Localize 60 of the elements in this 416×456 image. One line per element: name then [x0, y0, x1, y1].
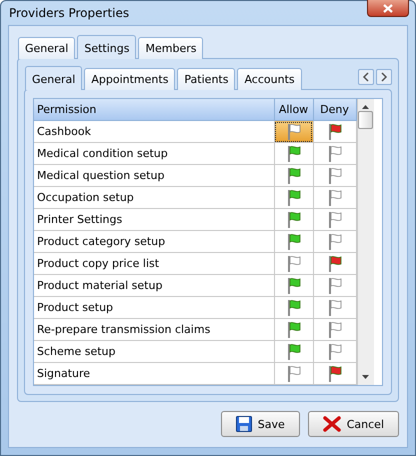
allow-cell[interactable]: [274, 340, 313, 362]
deny-cell[interactable]: [313, 318, 356, 340]
column-header[interactable]: Allow: [274, 99, 313, 120]
table-cell: Product category setup: [34, 230, 274, 252]
table-cell: Cashbook: [34, 120, 274, 142]
allow-cell[interactable]: [274, 186, 313, 208]
allow-cell[interactable]: [274, 318, 313, 340]
table-cell: Occupation setup: [34, 186, 274, 208]
allow-cell[interactable]: [274, 296, 313, 318]
chevron-right-icon: [380, 72, 388, 82]
table-cell: Signature: [34, 362, 274, 384]
allow-cell[interactable]: [274, 252, 313, 274]
scroll-right-button[interactable]: [376, 69, 392, 85]
tab[interactable]: Appointments: [84, 68, 176, 90]
deny-cell[interactable]: [313, 362, 356, 384]
table-cell: Medical condition setup: [34, 142, 274, 164]
scroll-left-button[interactable]: [358, 69, 374, 85]
deny-cell[interactable]: [313, 274, 356, 296]
deny-cell[interactable]: [313, 252, 356, 274]
allow-cell[interactable]: [274, 274, 313, 296]
up-arrow-icon: [362, 105, 369, 109]
table-cell: Scheme setup: [34, 340, 274, 362]
tab[interactable]: General: [18, 37, 76, 59]
table-cell: Re-prepare transmission claims: [34, 318, 274, 340]
table-cell: Product copy price list: [34, 252, 274, 274]
scrollbar[interactable]: [356, 99, 374, 385]
save-button[interactable]: Save: [220, 411, 300, 437]
column-header[interactable]: Deny: [313, 99, 356, 120]
window-title: Providers Properties: [9, 6, 130, 20]
deny-cell[interactable]: [313, 208, 356, 230]
table-cell: Product setup: [34, 296, 274, 318]
deny-cell[interactable]: [313, 230, 356, 252]
allow-cell[interactable]: [274, 230, 313, 252]
tab[interactable]: Patients: [177, 68, 236, 90]
deny-cell[interactable]: [313, 120, 356, 142]
deny-cell[interactable]: [313, 296, 356, 318]
table-cell: Product material setup: [34, 274, 274, 296]
deny-cell[interactable]: [313, 186, 356, 208]
allow-cell[interactable]: [274, 362, 313, 384]
down-arrow-icon: [362, 375, 369, 379]
close-button[interactable]: [367, 0, 409, 17]
scrollbar-thumb[interactable]: [358, 111, 373, 129]
tab[interactable]: Accounts: [237, 68, 302, 90]
allow-cell[interactable]: [274, 142, 313, 164]
tab[interactable]: Settings: [77, 35, 136, 59]
chevron-left-icon: [362, 72, 370, 82]
cross-icon: [322, 416, 341, 432]
deny-cell[interactable]: [313, 164, 356, 186]
cancel-button[interactable]: Cancel: [308, 411, 399, 437]
tab[interactable]: General: [25, 66, 82, 90]
column-header[interactable]: Permission: [34, 99, 274, 120]
deny-cell[interactable]: [313, 340, 356, 362]
allow-cell[interactable]: [274, 164, 313, 186]
allow-cell[interactable]: [274, 120, 313, 142]
table-cell: Medical question setup: [34, 164, 274, 186]
table-cell: Printer Settings: [34, 208, 274, 230]
close-icon: [383, 4, 393, 12]
tab[interactable]: Members: [138, 37, 204, 59]
allow-cell[interactable]: [274, 208, 313, 230]
deny-cell[interactable]: [313, 142, 356, 164]
